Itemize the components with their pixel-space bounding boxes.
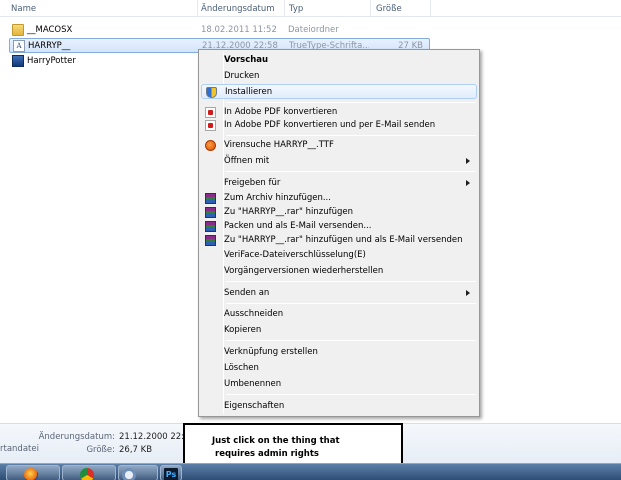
menu-item-vorschau[interactable]: Vorschau bbox=[201, 53, 477, 68]
file-type: Dateiordner bbox=[288, 25, 339, 35]
menu-item-ausschneiden[interactable]: Ausschneiden bbox=[201, 307, 477, 322]
menu-item-label: In Adobe PDF konvertieren und per E-Mail… bbox=[224, 120, 436, 130]
winrar-icon bbox=[205, 193, 216, 204]
column-name[interactable]: Name bbox=[11, 4, 36, 14]
itunes-icon bbox=[122, 468, 136, 480]
menu-separator bbox=[226, 135, 476, 136]
menu-item-drucken[interactable]: Drucken bbox=[201, 69, 477, 84]
column-size[interactable]: Größe bbox=[376, 4, 402, 14]
menu-item-label: Drucken bbox=[224, 71, 260, 81]
uac-shield-icon bbox=[206, 87, 217, 98]
winrar-icon bbox=[205, 207, 216, 218]
menu-separator bbox=[226, 171, 476, 172]
menu-separator bbox=[226, 394, 476, 395]
taskbar-button-photoshop[interactable]: Ps bbox=[160, 465, 182, 480]
menu-item-label: Verknüpfung erstellen bbox=[224, 347, 318, 357]
file-row-macosx[interactable]: __MACOSX 18.02.2011 11:52 Dateiordner bbox=[0, 23, 430, 38]
menu-item-label: VeriFace-Dateiverschlüsselung(E) bbox=[224, 250, 366, 260]
font-file-icon: A bbox=[13, 40, 25, 52]
menu-item-label: Löschen bbox=[224, 363, 259, 373]
column-divider[interactable] bbox=[197, 0, 198, 17]
menu-item-pdf-convert-mail[interactable]: In Adobe PDF konvertieren und per E-Mail… bbox=[201, 118, 477, 133]
menu-item-label: Öffnen mit bbox=[224, 156, 270, 166]
column-type[interactable]: Typ bbox=[289, 4, 303, 14]
submenu-arrow-icon bbox=[466, 158, 470, 164]
menu-item-verknuepfung[interactable]: Verknüpfung erstellen bbox=[201, 345, 477, 360]
menu-item-label: Kopieren bbox=[224, 325, 262, 335]
taskbar-button-chrome[interactable] bbox=[62, 465, 116, 480]
menu-item-senden-an[interactable]: Senden an bbox=[201, 286, 477, 301]
menu-item-installieren[interactable]: Installieren bbox=[201, 84, 477, 99]
menu-separator bbox=[226, 281, 476, 282]
menu-item-virensuche[interactable]: Virensuche HARRYP__.TTF bbox=[201, 138, 477, 153]
application-icon bbox=[12, 55, 24, 67]
menu-item-label: Packen und als E-Mail versenden... bbox=[224, 221, 372, 231]
menu-item-label: Ausschneiden bbox=[224, 309, 284, 319]
menu-item-vorgaengerversionen[interactable]: Vorgängerversionen wiederherstellen bbox=[201, 264, 477, 279]
menu-item-oeffnen-mit[interactable]: Öffnen mit bbox=[201, 154, 477, 169]
antivirus-icon bbox=[205, 140, 216, 151]
details-size-value: 26,7 KB bbox=[119, 445, 153, 455]
taskbar-button-firefox[interactable] bbox=[6, 465, 60, 480]
taskbar: Ps bbox=[0, 463, 621, 480]
winrar-icon bbox=[205, 235, 216, 246]
firefox-icon bbox=[24, 468, 38, 480]
menu-separator bbox=[226, 303, 476, 304]
menu-item-label: In Adobe PDF konvertieren bbox=[224, 107, 338, 117]
column-header: Name Änderungsdatum Typ Größe bbox=[0, 0, 621, 17]
menu-item-kopieren[interactable]: Kopieren bbox=[201, 323, 477, 338]
menu-item-label: Senden an bbox=[224, 288, 270, 298]
file-name: HARRYP__ bbox=[28, 41, 71, 51]
pdf-icon bbox=[205, 107, 216, 118]
menu-item-label: Vorgängerversionen wiederherstellen bbox=[224, 266, 384, 276]
winrar-icon bbox=[205, 221, 216, 232]
file-name: __MACOSX bbox=[27, 25, 73, 35]
column-divider[interactable] bbox=[430, 0, 431, 17]
menu-item-label: Vorschau bbox=[224, 55, 269, 65]
menu-item-label: Umbenennen bbox=[224, 379, 282, 389]
menu-item-loeschen[interactable]: Löschen bbox=[201, 361, 477, 376]
annotation-line-1: Just click on the thing that bbox=[212, 436, 340, 446]
menu-item-packen-email[interactable]: Packen und als E-Mail versenden... bbox=[201, 219, 477, 234]
menu-item-label: Zum Archiv hinzufügen... bbox=[224, 193, 331, 203]
folder-icon bbox=[12, 24, 24, 36]
details-size-label: Größe: bbox=[86, 445, 115, 455]
menu-item-rar-hinzufuegen[interactable]: Zu "HARRYP__.rar" hinzufügen bbox=[201, 205, 477, 220]
taskbar-button-itunes[interactable] bbox=[118, 465, 158, 480]
menu-item-label: Freigeben für bbox=[224, 178, 281, 188]
file-date: 18.02.2011 11:52 bbox=[201, 25, 277, 35]
menu-item-label: Zu "HARRYP__.rar" hinzufügen bbox=[224, 207, 354, 217]
column-divider[interactable] bbox=[370, 0, 371, 17]
menu-item-label: Zu "HARRYP__.rar" hinzufügen und als E-M… bbox=[224, 235, 463, 245]
menu-item-label: Installieren bbox=[225, 87, 273, 97]
submenu-arrow-icon bbox=[466, 180, 470, 186]
menu-item-label: Virensuche HARRYP__.TTF bbox=[224, 140, 334, 150]
menu-item-eigenschaften[interactable]: Eigenschaften bbox=[201, 399, 477, 414]
column-divider[interactable] bbox=[284, 0, 285, 17]
pdf-mail-icon bbox=[205, 120, 216, 131]
menu-item-rar-email[interactable]: Zu "HARRYP__.rar" hinzufügen und als E-M… bbox=[201, 233, 477, 248]
menu-item-freigeben-fuer[interactable]: Freigeben für bbox=[201, 176, 477, 191]
menu-separator bbox=[226, 340, 476, 341]
context-menu: Vorschau Drucken Installieren In Adobe P… bbox=[198, 49, 480, 417]
menu-item-veriface[interactable]: VeriFace-Dateiverschlüsselung(E) bbox=[201, 248, 477, 263]
chrome-icon bbox=[80, 468, 94, 480]
submenu-arrow-icon bbox=[466, 290, 470, 296]
column-date[interactable]: Änderungsdatum bbox=[201, 4, 275, 14]
menu-item-umbenennen[interactable]: Umbenennen bbox=[201, 377, 477, 392]
file-name: HarryPotter bbox=[27, 56, 76, 66]
menu-item-zum-archiv[interactable]: Zum Archiv hinzufügen... bbox=[201, 191, 477, 206]
photoshop-icon: Ps bbox=[164, 468, 178, 480]
menu-separator bbox=[226, 102, 476, 103]
menu-item-label: Eigenschaften bbox=[224, 401, 285, 411]
details-modified-label: Änderungsdatum: bbox=[38, 432, 115, 442]
annotation-line-2: requires admin rights bbox=[215, 449, 319, 459]
